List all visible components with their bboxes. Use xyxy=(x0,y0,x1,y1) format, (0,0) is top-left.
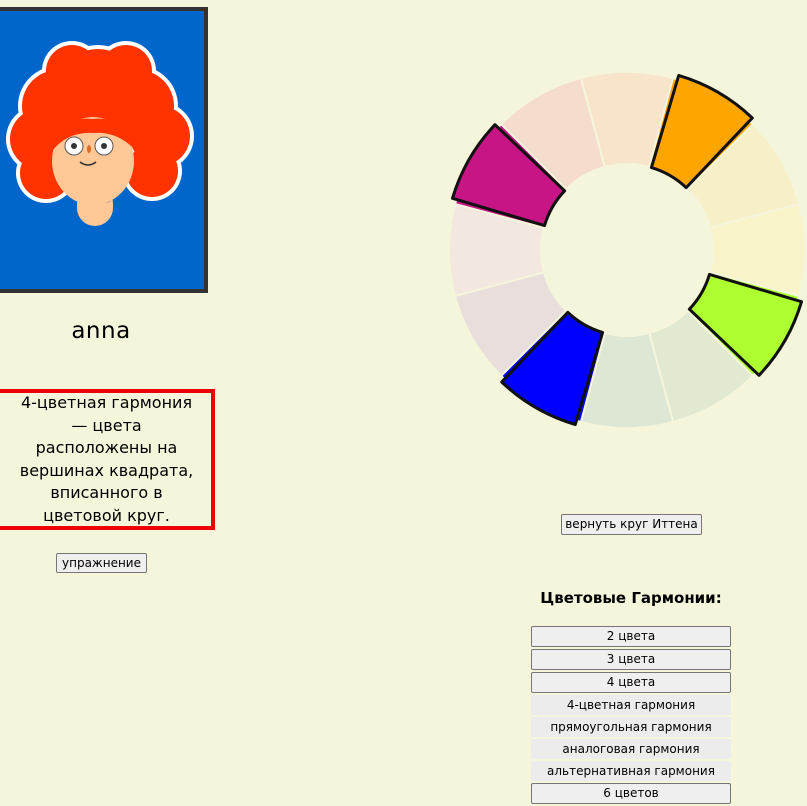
harmony-4-color-option[interactable]: 4-цветная гармония xyxy=(531,695,731,715)
harmony-4-colors-button[interactable]: 4 цвета xyxy=(531,672,731,693)
return-itten-wheel-button[interactable]: вернуть круг Иттена xyxy=(561,514,702,535)
harmony-rectangle-option[interactable]: прямоугольная гармония xyxy=(531,717,731,737)
wheel-segments xyxy=(448,71,806,429)
harmony-2-colors-button[interactable]: 2 цвета xyxy=(531,626,731,647)
harmony-6-colors-button[interactable]: 6 цветов xyxy=(531,783,731,804)
harmony-analog-option[interactable]: аналоговая гармония xyxy=(531,739,731,759)
harmonies-title: Цветовые Гармонии: xyxy=(540,589,722,607)
harmony-alternative-option[interactable]: альтернативная гармония xyxy=(531,761,731,781)
harmony-3-colors-button[interactable]: 3 цвета xyxy=(531,649,731,670)
harmonies-list: 2 цвета 3 цвета 4 цвета 4-цветная гармон… xyxy=(531,626,731,806)
